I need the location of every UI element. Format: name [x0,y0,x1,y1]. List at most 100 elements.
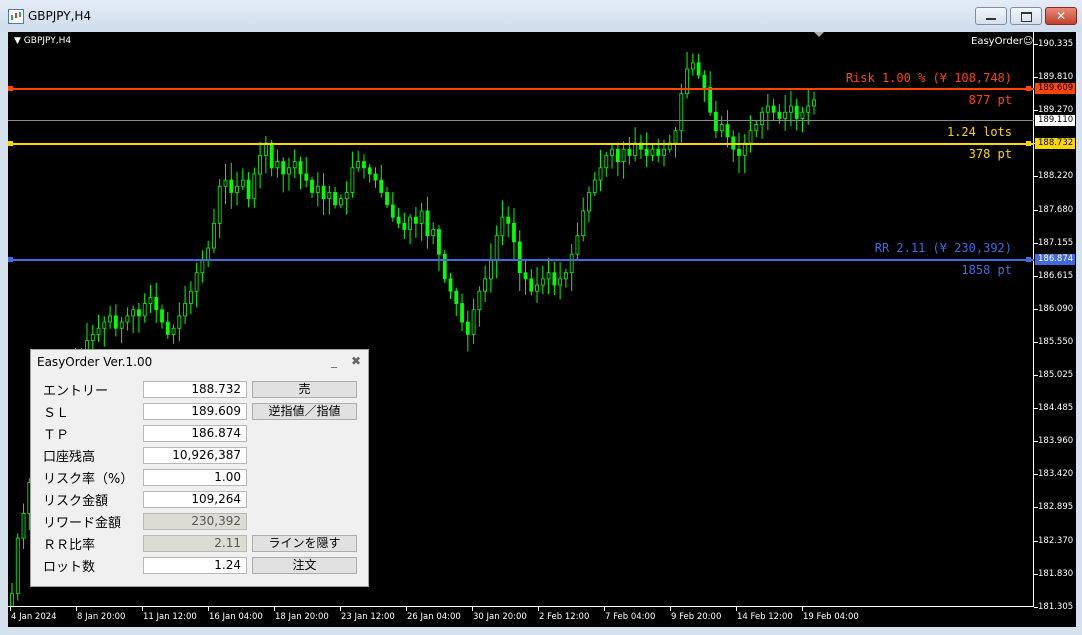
candle [679,83,684,143]
candle [552,261,557,295]
hide-lines-button[interactable]: ラインを隠す [252,535,357,552]
reward-amount-label: リワード金額 [43,516,122,531]
title-bar[interactable]: GBPJPY,H4 ✕ [0,0,1082,32]
entry-line[interactable] [8,141,1034,146]
x-tick-label: 8 Jan 20:00 [77,612,126,622]
tp-price-box: 186.874 [1035,254,1075,265]
candle [685,52,689,99]
candle [413,207,418,238]
x-tick-label: 9 Feb 20:00 [671,612,722,622]
y-tick-label: 187.155 [1038,237,1074,248]
x-tick-mark [670,607,671,611]
entry-price-field[interactable]: 188.732 [143,381,247,398]
sl-points-annotation: 877 pt [968,93,1012,107]
close-icon: ✕ [1056,9,1067,23]
sl-price-field[interactable]: 189.609 [143,403,247,420]
candle [200,250,205,283]
y-tick-label: 188.220 [1038,171,1074,182]
panel-minimize-icon[interactable]: _ [331,354,337,368]
candle [563,268,568,288]
candle [327,185,332,215]
tp-line-left-handle[interactable] [8,257,13,262]
candle [506,206,511,238]
x-tick-label: 23 Jan 12:00 [341,612,395,622]
x-tick-label: 2 Feb 12:00 [539,612,590,622]
reward-amount-field: 230,392 [143,513,247,530]
candle [471,298,476,345]
x-tick-mark [340,607,341,611]
sl-line-right-handle[interactable] [1026,86,1031,91]
sl-label: ＳＬ [43,406,70,421]
price-axis-border [1033,32,1034,606]
candle [194,262,199,308]
entry-line-right-handle[interactable] [1026,141,1031,146]
risk-rate-label: リスク率（%） [43,472,134,487]
risk-rate-field[interactable]: 1.00 [143,469,247,486]
candle [592,172,597,196]
y-tick-label: 183.420 [1038,469,1074,480]
x-tick-label: 7 Feb 04:00 [605,612,656,622]
y-tick-label: 189.270 [1038,105,1074,116]
candle [350,151,355,198]
x-tick-label: 4 Jan 2024 [11,612,57,622]
y-tick-label: 190.335 [1038,39,1074,49]
x-tick-mark [802,607,803,611]
maximize-button[interactable] [1010,7,1042,25]
candle [610,143,614,169]
tp-price-field[interactable]: 186.874 [143,425,247,442]
sl-line-left-handle[interactable] [8,86,13,91]
entry-line-left-handle[interactable] [8,141,13,146]
y-tick-label: 187.680 [1038,204,1074,215]
balance-label: 口座残高 [43,450,96,465]
x-tick-label: 19 Feb 04:00 [803,612,859,622]
candle [483,265,488,303]
x-tick-mark [274,607,275,611]
candle [702,70,707,102]
x-tick-mark [736,607,737,611]
candle [96,314,101,342]
candle [379,164,384,198]
candle [737,132,741,174]
x-tick-mark [76,607,77,611]
candle [760,107,764,139]
panel-header[interactable]: EasyOrder Ver.1.00 _ ✖ [31,350,368,374]
candle [765,93,770,131]
candle [477,286,482,327]
risk-amount-field[interactable]: 109,264 [143,491,247,508]
candle [500,200,505,246]
candle [142,293,147,323]
stop-limit-toggle-button[interactable]: 逆指値／指値 [252,403,357,420]
candle [535,266,539,303]
candle [731,130,736,163]
order-button[interactable]: 注文 [252,557,357,574]
candle [465,310,470,352]
balance-field[interactable]: 10,926,387 [143,447,247,464]
candle [119,316,124,344]
candle [235,171,239,206]
candle [812,91,816,115]
minimize-button[interactable] [975,7,1007,25]
easyorder-panel[interactable]: EasyOrder Ver.1.00 _ ✖ エントリー 188.732 売 Ｓ… [30,349,369,587]
candle [338,194,343,209]
y-tick-label: 186.615 [1038,270,1074,281]
risk-annotation: Risk 1.00 % (¥ 108,748) [845,71,1012,85]
close-button[interactable]: ✕ [1045,7,1077,25]
rr-annotation: RR 2.11 (¥ 230,392) [874,241,1012,255]
restore-icon [1021,12,1032,22]
y-tick-label: 186.090 [1038,303,1074,314]
sell-button[interactable]: 売 [252,381,357,398]
terminal-window: GBPJPY,H4 ✕ ▼ GBPJPY,H4 EasyOrder☺ 190.3… [0,0,1082,635]
tp-line-right-handle[interactable] [1026,257,1031,262]
lot-size-field[interactable]: 1.24 [143,557,247,574]
candle [258,141,263,189]
panel-close-icon[interactable]: ✖ [351,354,361,368]
candle [344,181,349,215]
candle [742,134,747,174]
candle [425,196,430,249]
take-profit-line[interactable] [8,257,1034,262]
stop-loss-line[interactable] [8,86,1034,91]
candle [419,202,424,241]
candle [523,259,528,295]
x-tick-mark [604,607,605,611]
candle [188,281,193,315]
